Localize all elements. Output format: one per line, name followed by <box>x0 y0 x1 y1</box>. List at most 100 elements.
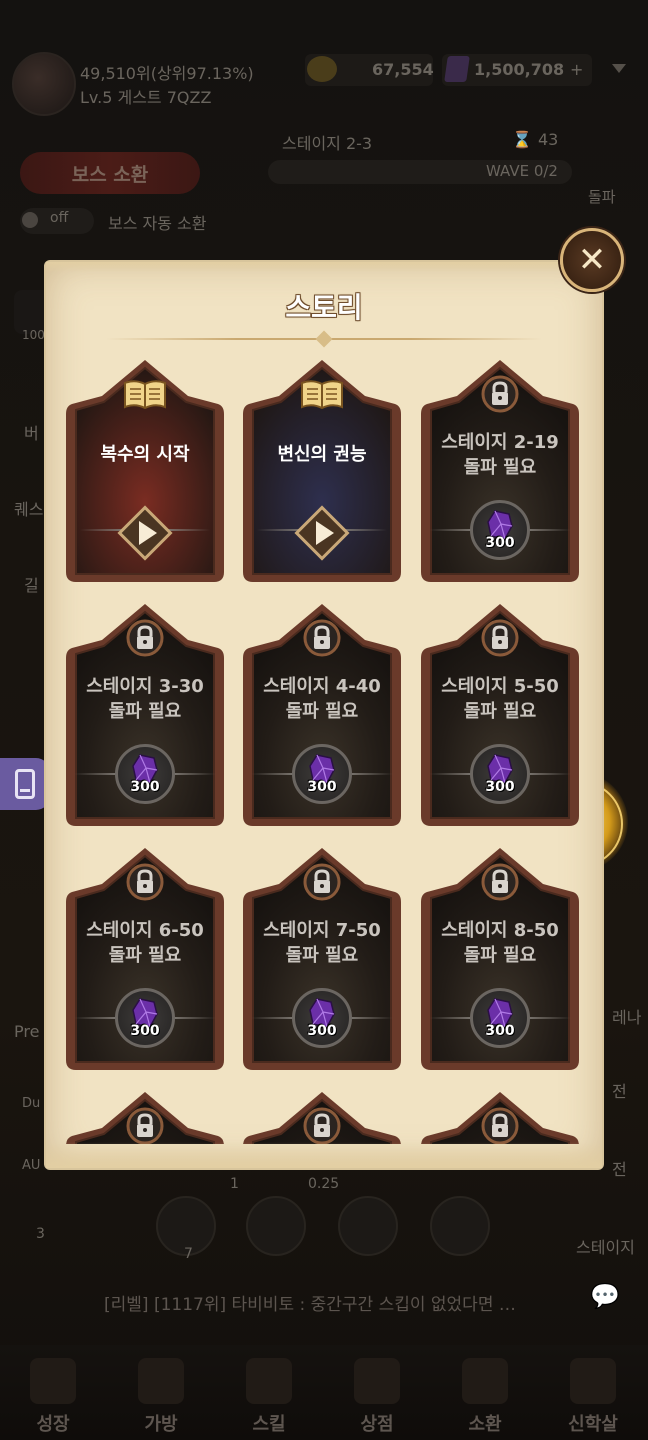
unlock-requirement-stage: 스테이지 3-30 <box>86 676 204 697</box>
gem-cost: 300 <box>485 779 515 795</box>
growth-icon <box>30 1358 76 1404</box>
lock-icon <box>300 1106 344 1144</box>
story-card-locked[interactable]: 스테이지 3-30 돌파 필요 300 <box>66 604 224 826</box>
card-deco-line <box>172 773 216 775</box>
skill-slot-4[interactable] <box>430 1196 490 1256</box>
player-avatar[interactable] <box>12 52 76 116</box>
gold-amount: 67,554 <box>372 60 434 79</box>
nav-growth[interactable]: 성장 <box>10 1350 96 1436</box>
skill-slot-2[interactable] <box>246 1196 306 1256</box>
card-deco-line <box>251 773 295 775</box>
unlock-requirement-label: 돌파 필요 <box>285 701 359 722</box>
unlock-requirement-stage: 스테이지 5-50 <box>441 676 559 697</box>
story-card-grid: 복수의 시작 변신의 권능 스테이지 2-19 돌파 필요 300 스테이지 3… <box>46 358 602 1144</box>
card-deco-line <box>429 529 473 531</box>
unlock-requirement-label: 돌파 필요 <box>108 945 182 966</box>
right-challenge-label: 전 <box>612 1082 627 1101</box>
nav-label: 소환 <box>468 1414 502 1435</box>
nav-label: 신학살 <box>568 1414 618 1435</box>
nav-bag[interactable]: 가방 <box>118 1350 204 1436</box>
left-item-count: 100 <box>22 328 45 342</box>
nav-skill[interactable]: 스킬 <box>226 1350 312 1436</box>
menu-dropdown-icon[interactable] <box>612 64 626 73</box>
card-deco-line <box>429 773 473 775</box>
lock-icon <box>300 618 344 658</box>
story-card-locked[interactable]: 스테이지 2-19 돌파 필요 300 <box>421 360 579 582</box>
left-item-label-5: Du <box>22 1096 41 1111</box>
card-deco-line <box>429 1017 473 1019</box>
lock-icon <box>478 618 522 658</box>
play-icon <box>294 505 350 561</box>
story-title: 변신의 권능 <box>277 444 367 465</box>
lock-icon <box>478 374 522 414</box>
gem-unlock-button[interactable]: 300 <box>470 500 530 560</box>
lock-icon <box>478 1106 522 1144</box>
gem-unlock-button[interactable]: 300 <box>292 988 352 1048</box>
left-item-label-6: AU <box>22 1158 41 1173</box>
toggle-knob <box>22 212 38 228</box>
story-card-locked[interactable]: 스테이지 6-50 돌파 필요 300 <box>66 848 224 1070</box>
right-stage-label[interactable]: 스테이지 <box>576 1234 635 1258</box>
unlock-requirement-stage: 스테이지 8-50 <box>441 920 559 941</box>
story-title: 복수의 시작 <box>100 444 190 465</box>
left-item-label-1: 버 <box>24 424 39 443</box>
unlock-requirement-label: 돌파 필요 <box>108 701 182 722</box>
skill-slot-3[interactable] <box>338 1196 398 1256</box>
gem-unlock-button[interactable]: 300 <box>470 988 530 1048</box>
nav-label: 가방 <box>144 1414 178 1435</box>
right-challenge2-label: 전 <box>612 1160 627 1179</box>
story-card-locked[interactable]: 스테이지 5-50 돌파 필요 300 <box>421 604 579 826</box>
story-card-locked[interactable]: 300 <box>66 1092 224 1144</box>
play-button[interactable] <box>117 505 173 561</box>
story-card-locked[interactable]: 스테이지 4-40 돌파 필요 300 <box>243 604 401 826</box>
title-divider-ornament <box>315 330 333 348</box>
story-card-locked[interactable]: 스테이지 7-50 돌파 필요 300 <box>243 848 401 1070</box>
nav-shop[interactable]: 상점 <box>334 1350 420 1436</box>
unlock-requirement-label: 돌파 필요 <box>463 457 537 478</box>
chat-icon[interactable]: 💬 <box>590 1282 620 1310</box>
phone-side-button[interactable] <box>0 758 50 810</box>
breakthrough-label[interactable]: 돌파 <box>588 186 616 207</box>
unlock-requirement: 스테이지 5-50 돌파 필요 <box>421 674 579 724</box>
boss-summon-button[interactable]: 보스 소환 <box>20 152 200 194</box>
lock-icon <box>123 618 167 658</box>
wave-text: WAVE 0/2 <box>486 162 558 180</box>
left-item-label-3: 길 <box>24 576 39 595</box>
story-modal: 스토리 복수의 시작 변신의 권능 스테이지 2-19 돌파 필요 300 스테… <box>46 262 602 1168</box>
story-card-unlocked[interactable]: 변신의 권능 <box>243 360 401 582</box>
card-deco-line <box>527 529 571 531</box>
unlock-requirement: 스테이지 3-30 돌파 필요 <box>66 674 224 724</box>
gem-unlock-button[interactable]: 300 <box>115 744 175 804</box>
toggle-state-text: off <box>50 210 69 226</box>
auto-boss-label: 보스 자동 소환 <box>108 214 207 233</box>
card-deco-line <box>74 1017 118 1019</box>
story-card-locked[interactable]: 스테이지 8-50 돌파 필요 300 <box>421 848 579 1070</box>
story-card-unlocked[interactable]: 복수의 시작 <box>66 360 224 582</box>
rank-text: 49,510위(상위97.13%) <box>80 64 254 83</box>
gem-unlock-button[interactable]: 300 <box>115 988 175 1048</box>
story-card-locked[interactable]: 300 <box>243 1092 401 1144</box>
gem-cost: 300 <box>485 1023 515 1039</box>
unlock-requirement-label: 돌파 필요 <box>285 945 359 966</box>
skill-count-a: 1 <box>230 1176 239 1192</box>
play-button[interactable] <box>294 505 350 561</box>
hourglass-icon: ⌛ <box>512 130 532 149</box>
card-deco-line <box>74 773 118 775</box>
close-button[interactable]: ✕ <box>560 228 624 292</box>
story-card-locked[interactable]: 300 <box>421 1092 579 1144</box>
unlock-requirement-stage: 스테이지 7-50 <box>263 920 381 941</box>
lock-icon <box>123 1106 167 1144</box>
nav-label: 상점 <box>360 1414 394 1435</box>
chat-bar[interactable]: [리벨] [1117위] 타비비토 : 중간구간 스킵이 없었다면 … <box>14 1280 634 1320</box>
modal-title: 스토리 <box>285 291 363 324</box>
gem-add-button[interactable]: + <box>570 60 583 79</box>
nav-summon[interactable]: 소환 <box>442 1350 528 1436</box>
gem-unlock-button[interactable]: 300 <box>292 744 352 804</box>
unlock-requirement: 스테이지 8-50 돌파 필요 <box>421 918 579 968</box>
lock-icon <box>123 862 167 902</box>
shop-lock-icon <box>354 1358 400 1404</box>
book-icon <box>123 374 167 414</box>
nav-godslayer[interactable]: 신학살 <box>550 1350 636 1436</box>
unlock-requirement: 스테이지 7-50 돌파 필요 <box>243 918 401 968</box>
gem-unlock-button[interactable]: 300 <box>470 744 530 804</box>
